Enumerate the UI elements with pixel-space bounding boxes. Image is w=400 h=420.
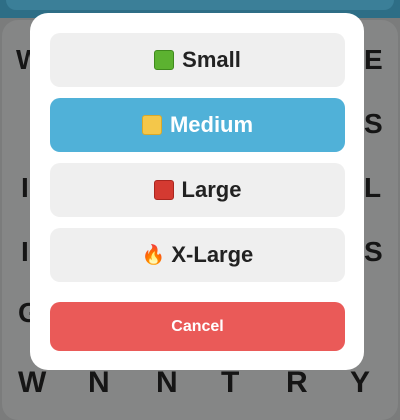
- grid-letter: R: [286, 366, 308, 399]
- grid-letter: S: [364, 108, 383, 139]
- green-square-icon: [154, 50, 175, 70]
- grid-letter: I: [21, 172, 29, 203]
- grid-letter: Y: [350, 366, 371, 399]
- cancel-button[interactable]: Cancel: [50, 302, 345, 351]
- size-option-large[interactable]: Large: [50, 163, 345, 217]
- grid-letter: T: [221, 366, 240, 399]
- grid-letter: W: [18, 366, 47, 399]
- grid-letter: L: [364, 172, 382, 203]
- grid-letter: S: [364, 236, 383, 267]
- size-option-label: Large: [181, 177, 242, 202]
- grid-letter: N: [156, 366, 178, 399]
- yellow-square-icon: [141, 115, 162, 135]
- top-bar-panel: [6, 0, 394, 10]
- cancel-button-label: Cancel: [171, 317, 224, 335]
- size-option-label: Small: [182, 47, 241, 72]
- size-option-medium[interactable]: Medium: [50, 98, 345, 152]
- grid-letter: N: [88, 366, 110, 399]
- grid-letter: E: [364, 44, 383, 75]
- fire-icon: 🔥: [141, 245, 166, 266]
- size-option-label: Medium: [169, 112, 254, 137]
- size-selection-dialog: Small Medium Large 🔥 X-Large Cancel: [30, 13, 364, 370]
- red-square-icon: [153, 180, 174, 200]
- size-option-label: X-Large: [171, 242, 254, 267]
- size-option-small[interactable]: Small: [50, 33, 345, 87]
- size-option-x-large[interactable]: 🔥 X-Large: [50, 228, 345, 282]
- grid-letter: I: [21, 236, 29, 267]
